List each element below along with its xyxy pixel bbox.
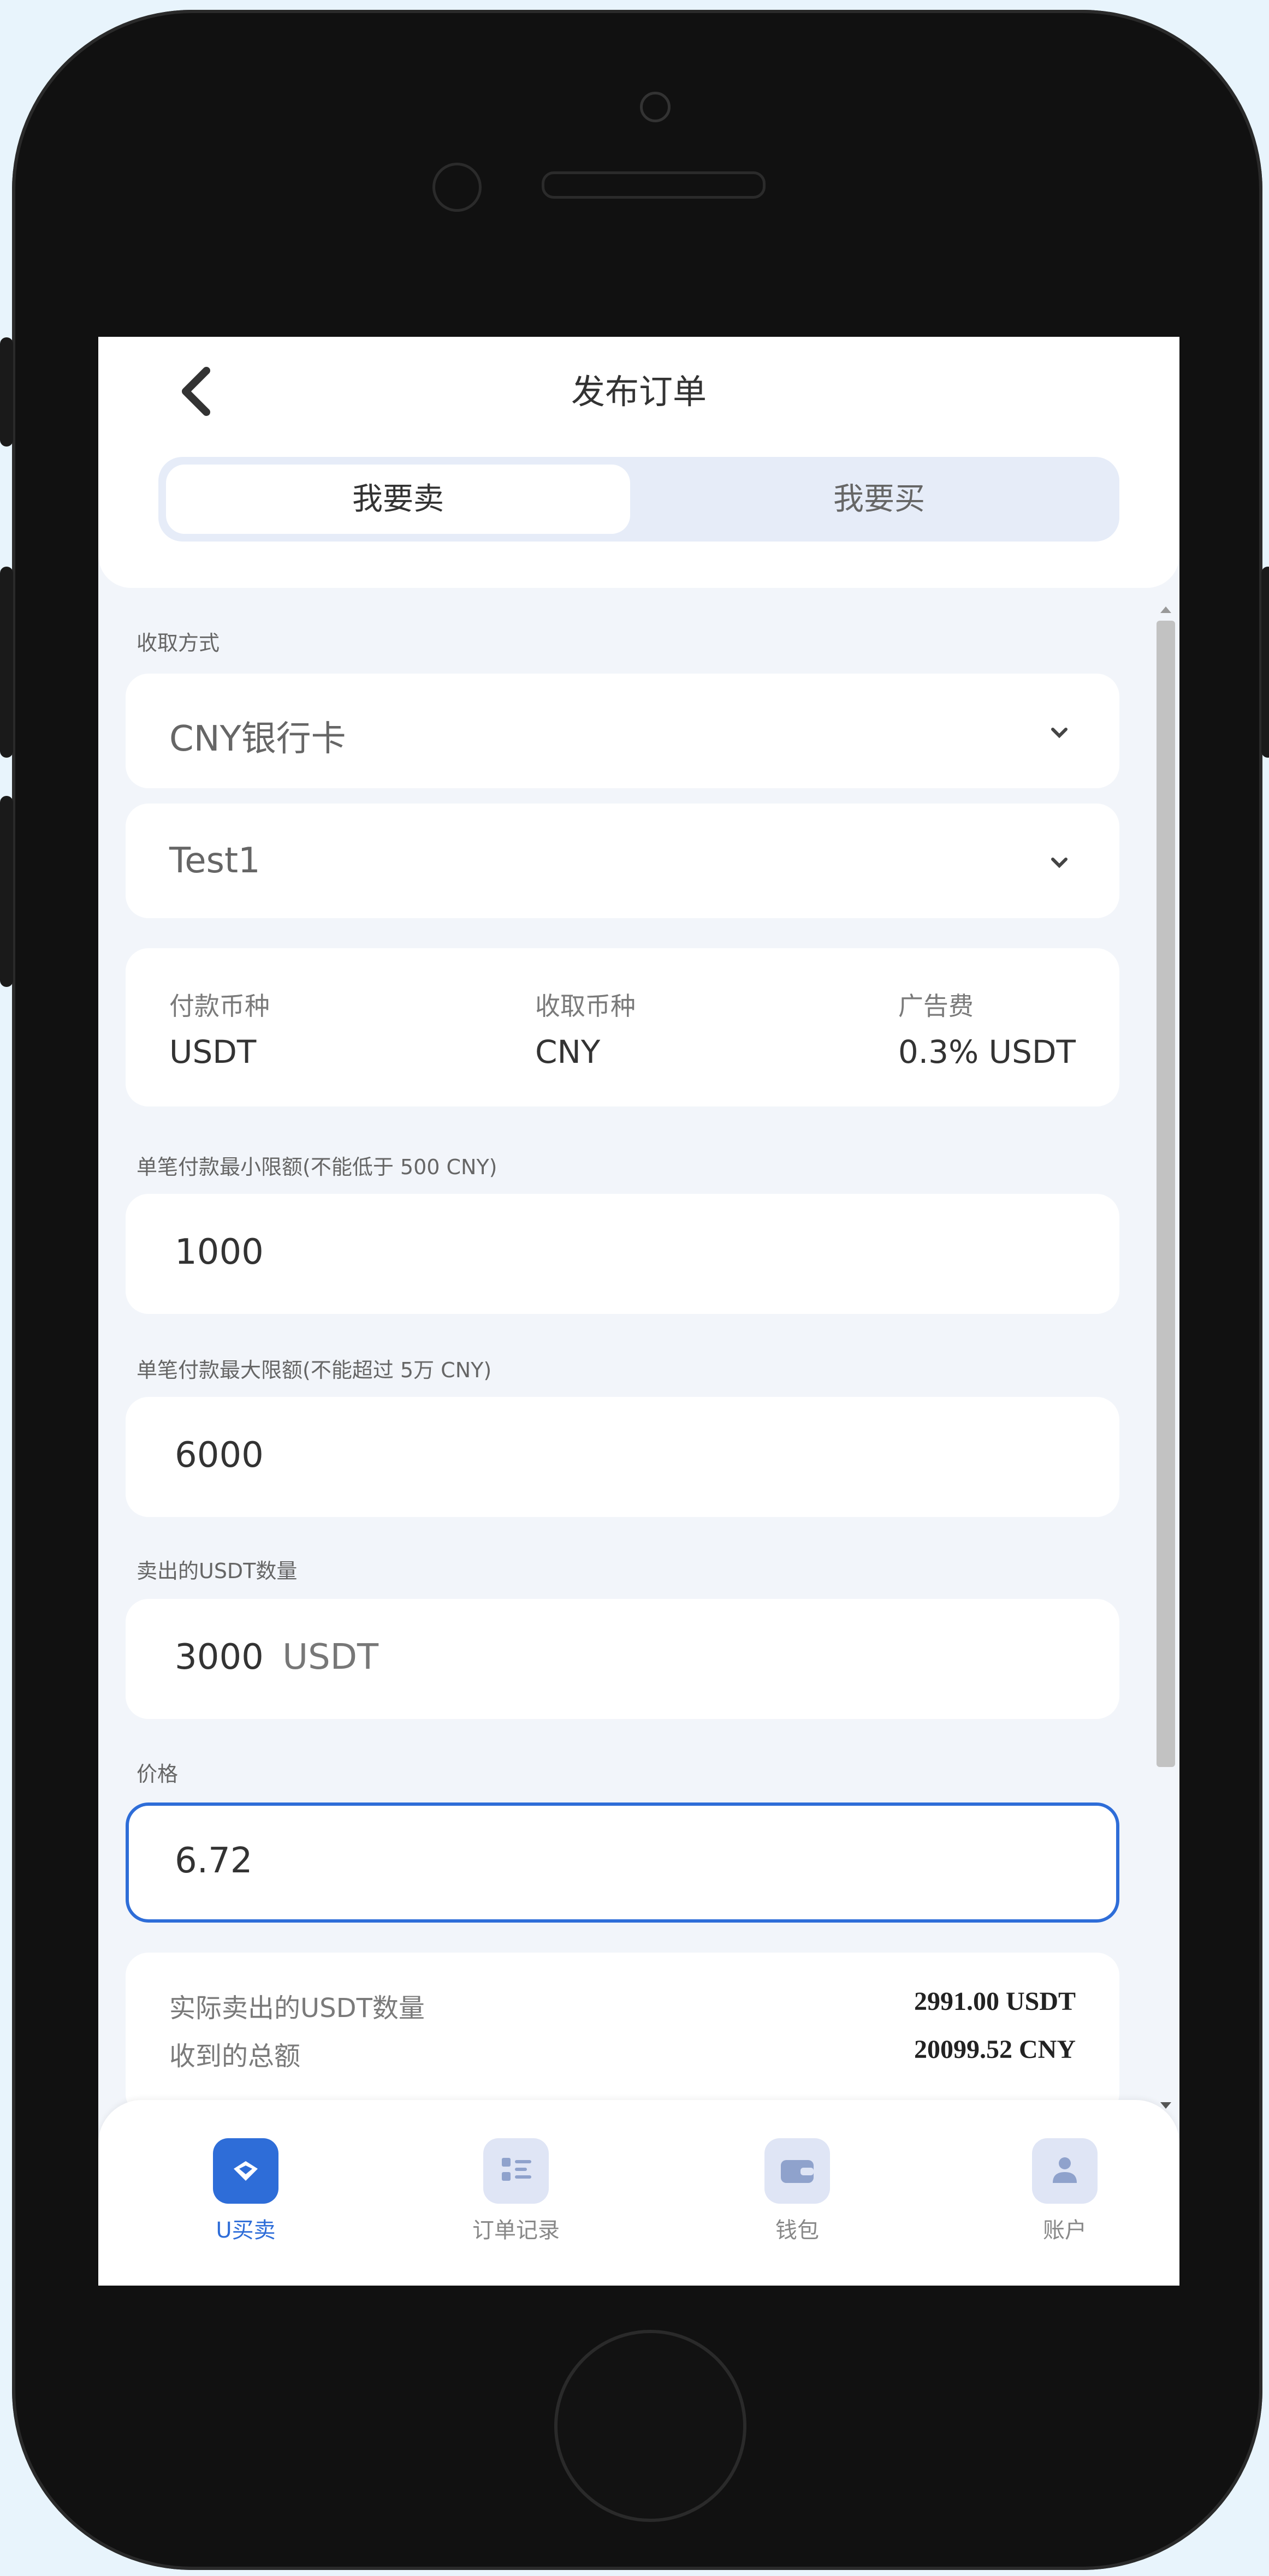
bottom-tab-bar: U买卖 订单记录 钱包 账户 [98, 2100, 1179, 2286]
total-received-value: 20099.52 CNY [914, 2035, 1076, 2064]
pay-currency: 付款币种 USDT [169, 986, 270, 1070]
sell-amount-label: 卖出的USDT数量 [137, 1559, 298, 1583]
price-input[interactable]: 6.72 [126, 1802, 1119, 1923]
tab-trade-label: U买卖 [216, 2218, 276, 2243]
tab-orders[interactable]: 订单记录 [434, 2138, 598, 2244]
chevron-down-icon [1051, 858, 1068, 868]
chevron-down-icon [1051, 728, 1068, 739]
tab-sell[interactable]: 我要卖 [166, 465, 630, 534]
actual-sell-value: 2991.00 USDT [914, 1987, 1076, 2016]
tab-trade[interactable]: U买卖 [164, 2138, 328, 2244]
orders-icon [483, 2138, 549, 2204]
currency-info-card: 付款币种 USDT 收取币种 CNY 广告费 0.3% USDT [126, 948, 1119, 1106]
volume-up-button [0, 567, 13, 758]
total-received-label: 收到的总额 [169, 2041, 301, 2072]
receive-currency-label: 收取币种 [535, 991, 636, 1021]
tab-orders-label: 订单记录 [472, 2218, 560, 2243]
tab-account[interactable]: 账户 [983, 2138, 1147, 2244]
buy-sell-segment: 我要卖 我要买 [158, 457, 1119, 542]
power-button [1261, 567, 1269, 758]
sensor [640, 92, 671, 122]
min-limit-label: 单笔付款最小限额(不能低于 500 CNY) [137, 1155, 497, 1179]
page-title: 发布订单 [571, 372, 707, 412]
receive-currency-value: CNY [535, 1033, 601, 1070]
home-button[interactable] [554, 2330, 746, 2522]
tab-account-label: 账户 [1043, 2218, 1087, 2243]
account-icon [1032, 2138, 1098, 2204]
scroll-up-icon[interactable] [1155, 599, 1177, 621]
ad-fee-label: 广告费 [898, 991, 974, 1021]
summary-card: 实际卖出的USDT数量 2991.00 USDT 收到的总额 20099.52 … [126, 1953, 1119, 2116]
payment-method-value: CNY银行卡 [169, 719, 346, 759]
mute-switch [0, 337, 13, 447]
front-camera [432, 163, 482, 212]
earpiece-speaker [542, 171, 766, 199]
max-limit-value: 6000 [175, 1435, 264, 1476]
sell-amount-input[interactable]: 3000 USDT [126, 1599, 1119, 1719]
tab-wallet-label: 钱包 [775, 2218, 819, 2243]
wallet-icon [764, 2138, 830, 2204]
tab-wallet[interactable]: 钱包 [715, 2138, 879, 2244]
pay-currency-value: USDT [169, 1033, 257, 1070]
sell-amount-field: 3000 USDT [175, 1637, 378, 1677]
payment-method-select[interactable]: CNY银行卡 [126, 674, 1119, 788]
account-select[interactable]: Test1 [126, 804, 1119, 918]
receive-method-label: 收取方式 [137, 631, 220, 655]
price-value: 6.72 [175, 1841, 253, 1881]
trade-icon [213, 2138, 278, 2204]
min-limit-input[interactable]: 1000 [126, 1194, 1119, 1314]
ad-fee-value: 0.3% USDT [898, 1033, 1076, 1070]
price-label: 价格 [137, 1762, 179, 1786]
account-value: Test1 [169, 841, 260, 881]
max-limit-label: 单笔付款最大限额(不能超过 5万 CNY) [137, 1358, 492, 1382]
scrollbar-thumb[interactable] [1157, 621, 1175, 1767]
header: 发布订单 我要卖 我要买 [98, 337, 1179, 588]
sell-amount-value: 3000 [175, 1637, 264, 1677]
receive-currency: 收取币种 CNY [535, 986, 636, 1070]
sell-amount-unit: USDT [282, 1637, 379, 1677]
min-limit-value: 1000 [175, 1232, 264, 1272]
volume-down-button [0, 796, 13, 987]
ad-fee: 广告费 0.3% USDT [898, 986, 1076, 1070]
actual-sell-label: 实际卖出的USDT数量 [169, 1993, 425, 2024]
tab-buy[interactable]: 我要买 [639, 457, 1119, 542]
pay-currency-label: 付款币种 [169, 991, 270, 1021]
app-screen: 发布订单 我要卖 我要买 收取方式 CNY银行卡 Test1 付款币种 USDT… [98, 337, 1179, 2286]
max-limit-input[interactable]: 6000 [126, 1397, 1119, 1517]
